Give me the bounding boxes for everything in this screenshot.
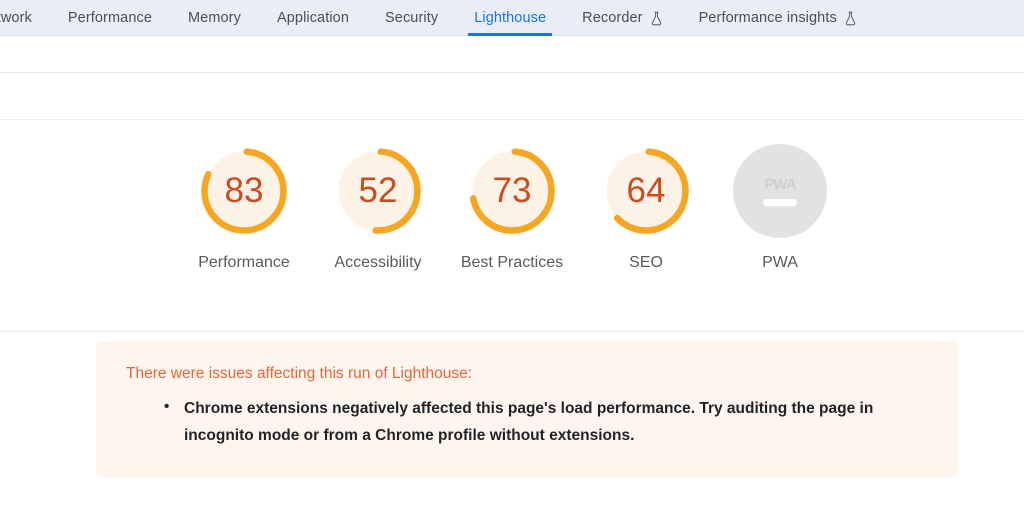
- score-gauges: 83 Performance 52 Accessibility 73 Best …: [0, 120, 1024, 332]
- gauge-seo[interactable]: 64 SEO: [579, 144, 713, 276]
- tab-memory[interactable]: Memory: [170, 0, 259, 36]
- tab-label: Memory: [188, 10, 241, 26]
- gauge-performance[interactable]: 83 Performance: [177, 144, 311, 276]
- gauge-accessibility[interactable]: 52 Accessibility: [311, 144, 445, 276]
- gauge-label: Accessibility: [334, 254, 422, 271]
- tab-label: Recorder: [582, 10, 643, 26]
- devtools-tab-bar: Network Performance Memory Application S…: [0, 0, 1024, 36]
- flask-icon: [650, 11, 663, 26]
- gauge-value: 73: [492, 170, 532, 210]
- gauge-label: Performance: [198, 254, 290, 271]
- gauge-value: 52: [358, 170, 398, 210]
- tab-label: Performance: [67, 10, 152, 26]
- tab-label: Performance insights: [698, 10, 837, 26]
- warning-banner: There were issues affecting this run of …: [96, 341, 958, 478]
- pwa-badge: PWA: [733, 144, 827, 238]
- tab-performance[interactable]: Performance: [50, 0, 170, 36]
- gauge-pwa[interactable]: PWA PWA: [713, 144, 847, 276]
- tab-label: Lighthouse: [474, 10, 547, 26]
- tab-lighthouse[interactable]: Lighthouse: [456, 0, 564, 36]
- warning-banner-heading: There were issues affecting this run of …: [126, 365, 473, 382]
- tab-label: Network: [0, 10, 32, 26]
- tab-performance-insights[interactable]: Performance insights: [681, 0, 875, 36]
- gauge-label: Best Practices: [460, 254, 564, 271]
- pwa-dash-icon: [763, 198, 797, 206]
- gauge-ring: 73: [465, 144, 559, 238]
- lighthouse-report-header: [0, 73, 1024, 120]
- tab-network[interactable]: Network: [0, 0, 50, 36]
- gauge-ring: 52: [331, 144, 425, 238]
- tab-label: Application: [276, 10, 350, 26]
- gauge-ring: 64: [599, 144, 693, 238]
- flask-icon: [844, 11, 857, 26]
- gauge-best-practices[interactable]: 73 Best Practices: [445, 144, 579, 276]
- warning-banner-wrapper: There were issues affecting this run of …: [0, 332, 1024, 478]
- gauge-value: 64: [626, 170, 666, 210]
- warning-banner-list: Chrome extensions negatively affected th…: [126, 394, 928, 450]
- gauge-ring: 83: [197, 144, 291, 238]
- gauge-label: PWA: [762, 254, 798, 271]
- gauge-label: SEO: [629, 254, 663, 271]
- tab-recorder[interactable]: Recorder: [564, 0, 680, 36]
- list-item: Chrome extensions negatively affected th…: [164, 394, 928, 450]
- pwa-badge-text: PWA: [764, 175, 796, 193]
- tab-security[interactable]: Security: [367, 0, 456, 36]
- gauge-value: 83: [224, 170, 264, 210]
- tab-label: Security: [385, 10, 439, 26]
- lighthouse-toolbar: [0, 36, 1024, 73]
- tab-application[interactable]: Application: [259, 0, 367, 36]
